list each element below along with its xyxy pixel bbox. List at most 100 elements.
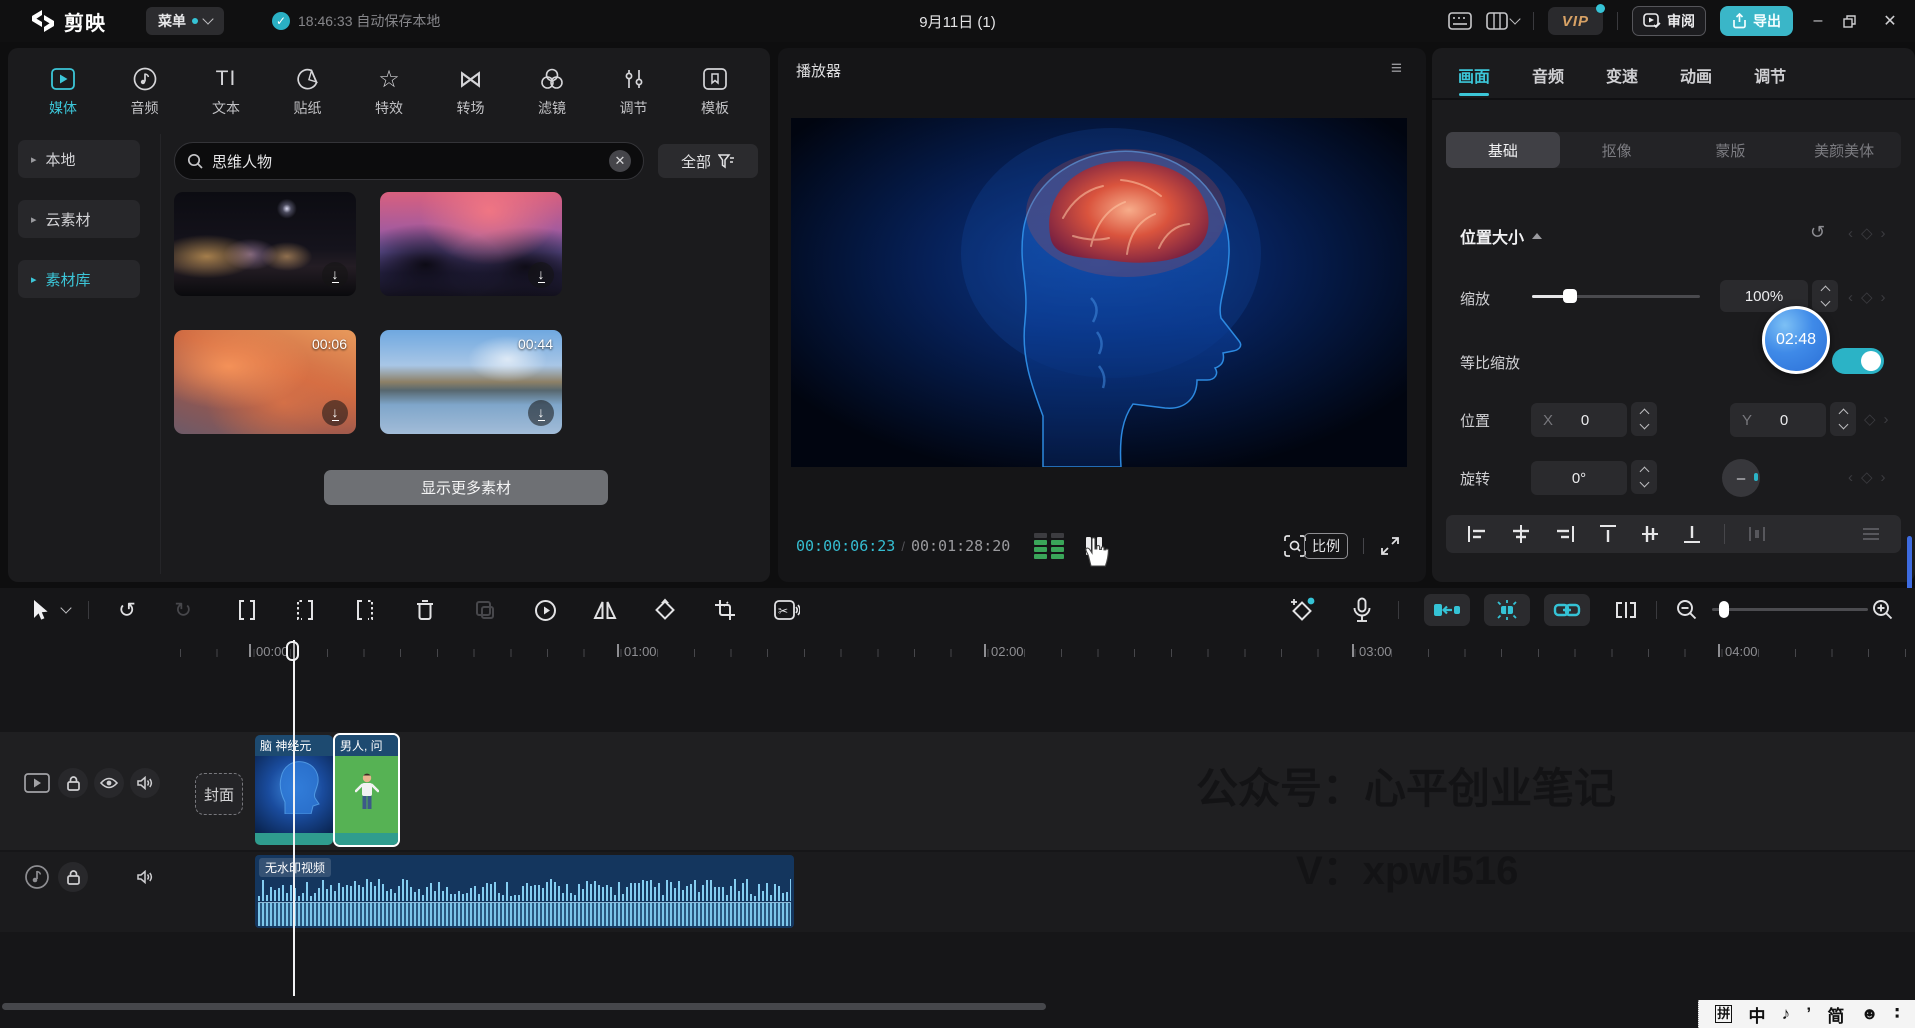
cover-button[interactable]: 封面 xyxy=(195,773,243,815)
download-icon[interactable]: ↓ xyxy=(528,400,554,426)
fullscreen-icon[interactable] xyxy=(1380,536,1400,556)
tab-adjust[interactable]: 调节 xyxy=(1754,56,1786,94)
tab-animation[interactable]: 动画 xyxy=(1680,56,1712,94)
align-left-icon[interactable] xyxy=(1466,524,1488,544)
preview-axis-button[interactable] xyxy=(1608,588,1644,632)
record-voiceover-button[interactable] xyxy=(1344,588,1380,632)
mute-audio-track-button[interactable] xyxy=(130,862,160,892)
media-thumbnail-lake[interactable]: 00:44 ↓ xyxy=(380,330,562,434)
media-thumbnail-city-night[interactable]: ↓ xyxy=(174,192,356,296)
close-button[interactable]: ✕ xyxy=(1879,11,1901,31)
export-button[interactable]: 导出 xyxy=(1720,6,1793,36)
timeline-ruler[interactable]: 00:00 01:00 02:00 03:00 04:00 xyxy=(160,640,1915,666)
shortcut-keyboard-icon[interactable] xyxy=(1448,12,1472,30)
restore-button[interactable] xyxy=(1843,15,1865,28)
menu-button[interactable]: 菜单 xyxy=(146,7,224,35)
compound-clip-button[interactable] xyxy=(468,588,502,632)
playhead-handle[interactable] xyxy=(286,641,299,661)
vertical-scrollbar[interactable] xyxy=(1907,536,1912,594)
split-button[interactable] xyxy=(230,588,264,632)
position-x-field[interactable]: X 0 xyxy=(1531,403,1627,437)
nav-text[interactable]: TI 文本 xyxy=(197,56,255,128)
clear-search-button[interactable]: ✕ xyxy=(609,150,631,172)
sidebar-item-local[interactable]: ▸ 本地 xyxy=(18,140,140,178)
align-right-icon[interactable] xyxy=(1554,524,1576,544)
nav-audio[interactable]: 音频 xyxy=(116,56,174,128)
mirror-button[interactable] xyxy=(588,588,622,632)
audio-level-meter-icon[interactable] xyxy=(1034,533,1064,559)
lock-audio-track-button[interactable] xyxy=(58,862,88,892)
tab-picture[interactable]: 画面 xyxy=(1458,56,1490,94)
nav-media[interactable]: 媒体 xyxy=(34,56,92,128)
nav-adjust[interactable]: 调节 xyxy=(605,56,663,128)
download-icon[interactable]: ↓ xyxy=(528,262,554,288)
zoom-out-button[interactable] xyxy=(1672,588,1702,632)
player-menu-icon[interactable]: ≡ xyxy=(1391,58,1402,80)
split-keep-right-button[interactable] xyxy=(288,588,322,632)
align-top-icon[interactable] xyxy=(1598,523,1618,545)
nav-transition[interactable]: ⋈ 转场 xyxy=(442,56,500,128)
lock-track-button[interactable] xyxy=(58,768,88,798)
uniform-scale-toggle[interactable] xyxy=(1832,348,1884,374)
delete-button[interactable] xyxy=(408,588,442,632)
layout-switch-button[interactable] xyxy=(1486,12,1519,30)
distribute-list-icon[interactable] xyxy=(1861,526,1881,542)
timeline-zoom-knob[interactable] xyxy=(1719,601,1729,618)
sidebar-item-cloud[interactable]: ▸ 云素材 xyxy=(18,200,140,238)
aspect-ratio-button[interactable]: 比例 xyxy=(1304,533,1348,559)
scale-slider-knob[interactable] xyxy=(1563,289,1577,303)
position-y-field[interactable]: Y 0 xyxy=(1730,403,1826,437)
timeline-zoom-slider[interactable] xyxy=(1712,608,1868,611)
nav-filter[interactable]: 滤镜 xyxy=(523,56,581,128)
nav-effects[interactable]: ☆ 特效 xyxy=(360,56,418,128)
subtab-beauty[interactable]: 美颜美体 xyxy=(1787,132,1901,168)
link-clips-toggle[interactable] xyxy=(1544,594,1590,626)
reset-icon[interactable]: ↺ xyxy=(1810,222,1825,243)
scale-stepper[interactable] xyxy=(1812,280,1838,312)
undo-button[interactable]: ↺ xyxy=(110,588,144,632)
subtab-cutout[interactable]: 抠像 xyxy=(1560,132,1674,168)
split-keep-left-button[interactable] xyxy=(348,588,382,632)
align-bottom-icon[interactable] xyxy=(1682,523,1702,545)
playhead[interactable] xyxy=(293,640,295,996)
select-tool-button[interactable] xyxy=(22,588,56,632)
snap-to-playhead-toggle[interactable] xyxy=(1424,594,1470,626)
download-icon[interactable]: ↓ xyxy=(322,400,348,426)
tab-audio[interactable]: 音频 xyxy=(1532,56,1564,94)
recording-timer-badge[interactable]: 02:48 xyxy=(1762,306,1830,374)
vip-button[interactable]: VIP xyxy=(1548,7,1603,35)
rotate-button[interactable] xyxy=(648,588,682,632)
add-keyframe-button[interactable] xyxy=(1284,588,1320,632)
ime-toolbar[interactable]: 拼中♪ ’简☻∶ xyxy=(1698,1000,1915,1028)
nav-sticker[interactable]: 贴纸 xyxy=(279,56,337,128)
rotate-value-field[interactable]: 0° xyxy=(1531,461,1627,495)
extract-audio-button[interactable]: ✂ xyxy=(768,588,806,632)
pause-button[interactable] xyxy=(1086,537,1102,555)
review-button[interactable]: 审阅 xyxy=(1632,6,1706,36)
preview-quality-icon[interactable] xyxy=(1284,535,1306,557)
hide-track-button[interactable] xyxy=(94,768,124,798)
auto-snap-toggle[interactable] xyxy=(1484,594,1530,626)
align-center-horizontal-icon[interactable] xyxy=(1510,524,1532,544)
align-middle-icon[interactable] xyxy=(1640,523,1660,545)
tab-speed[interactable]: 变速 xyxy=(1606,56,1638,94)
horizontal-scrollbar[interactable] xyxy=(2,1003,1046,1010)
sidebar-item-library[interactable]: ▸ 素材库 xyxy=(18,260,140,298)
position-y-stepper[interactable] xyxy=(1830,402,1856,436)
mute-track-button[interactable] xyxy=(130,768,160,798)
filter-all-button[interactable]: 全部 xyxy=(658,144,758,178)
nav-template[interactable]: 模板 xyxy=(686,56,744,128)
zoom-in-button[interactable] xyxy=(1868,588,1898,632)
minimize-button[interactable]: – xyxy=(1807,12,1829,30)
rotate-stepper[interactable] xyxy=(1631,460,1657,494)
media-thumbnail-orange-clouds[interactable]: 00:06 ↓ xyxy=(174,330,356,434)
crop-button[interactable] xyxy=(708,588,742,632)
media-thumbnail-sunset[interactable]: ↓ xyxy=(380,192,562,296)
distribute-horizontal-icon[interactable] xyxy=(1747,524,1767,544)
reverse-button[interactable] xyxy=(528,588,562,632)
scale-slider[interactable] xyxy=(1532,295,1700,298)
subtab-basic[interactable]: 基础 xyxy=(1446,132,1560,168)
search-input[interactable]: 思维人物 ✕ xyxy=(174,142,644,180)
show-more-button[interactable]: 显示更多素材 xyxy=(324,470,608,505)
timeline-audio-clip[interactable]: 无水印视频 xyxy=(255,855,794,928)
